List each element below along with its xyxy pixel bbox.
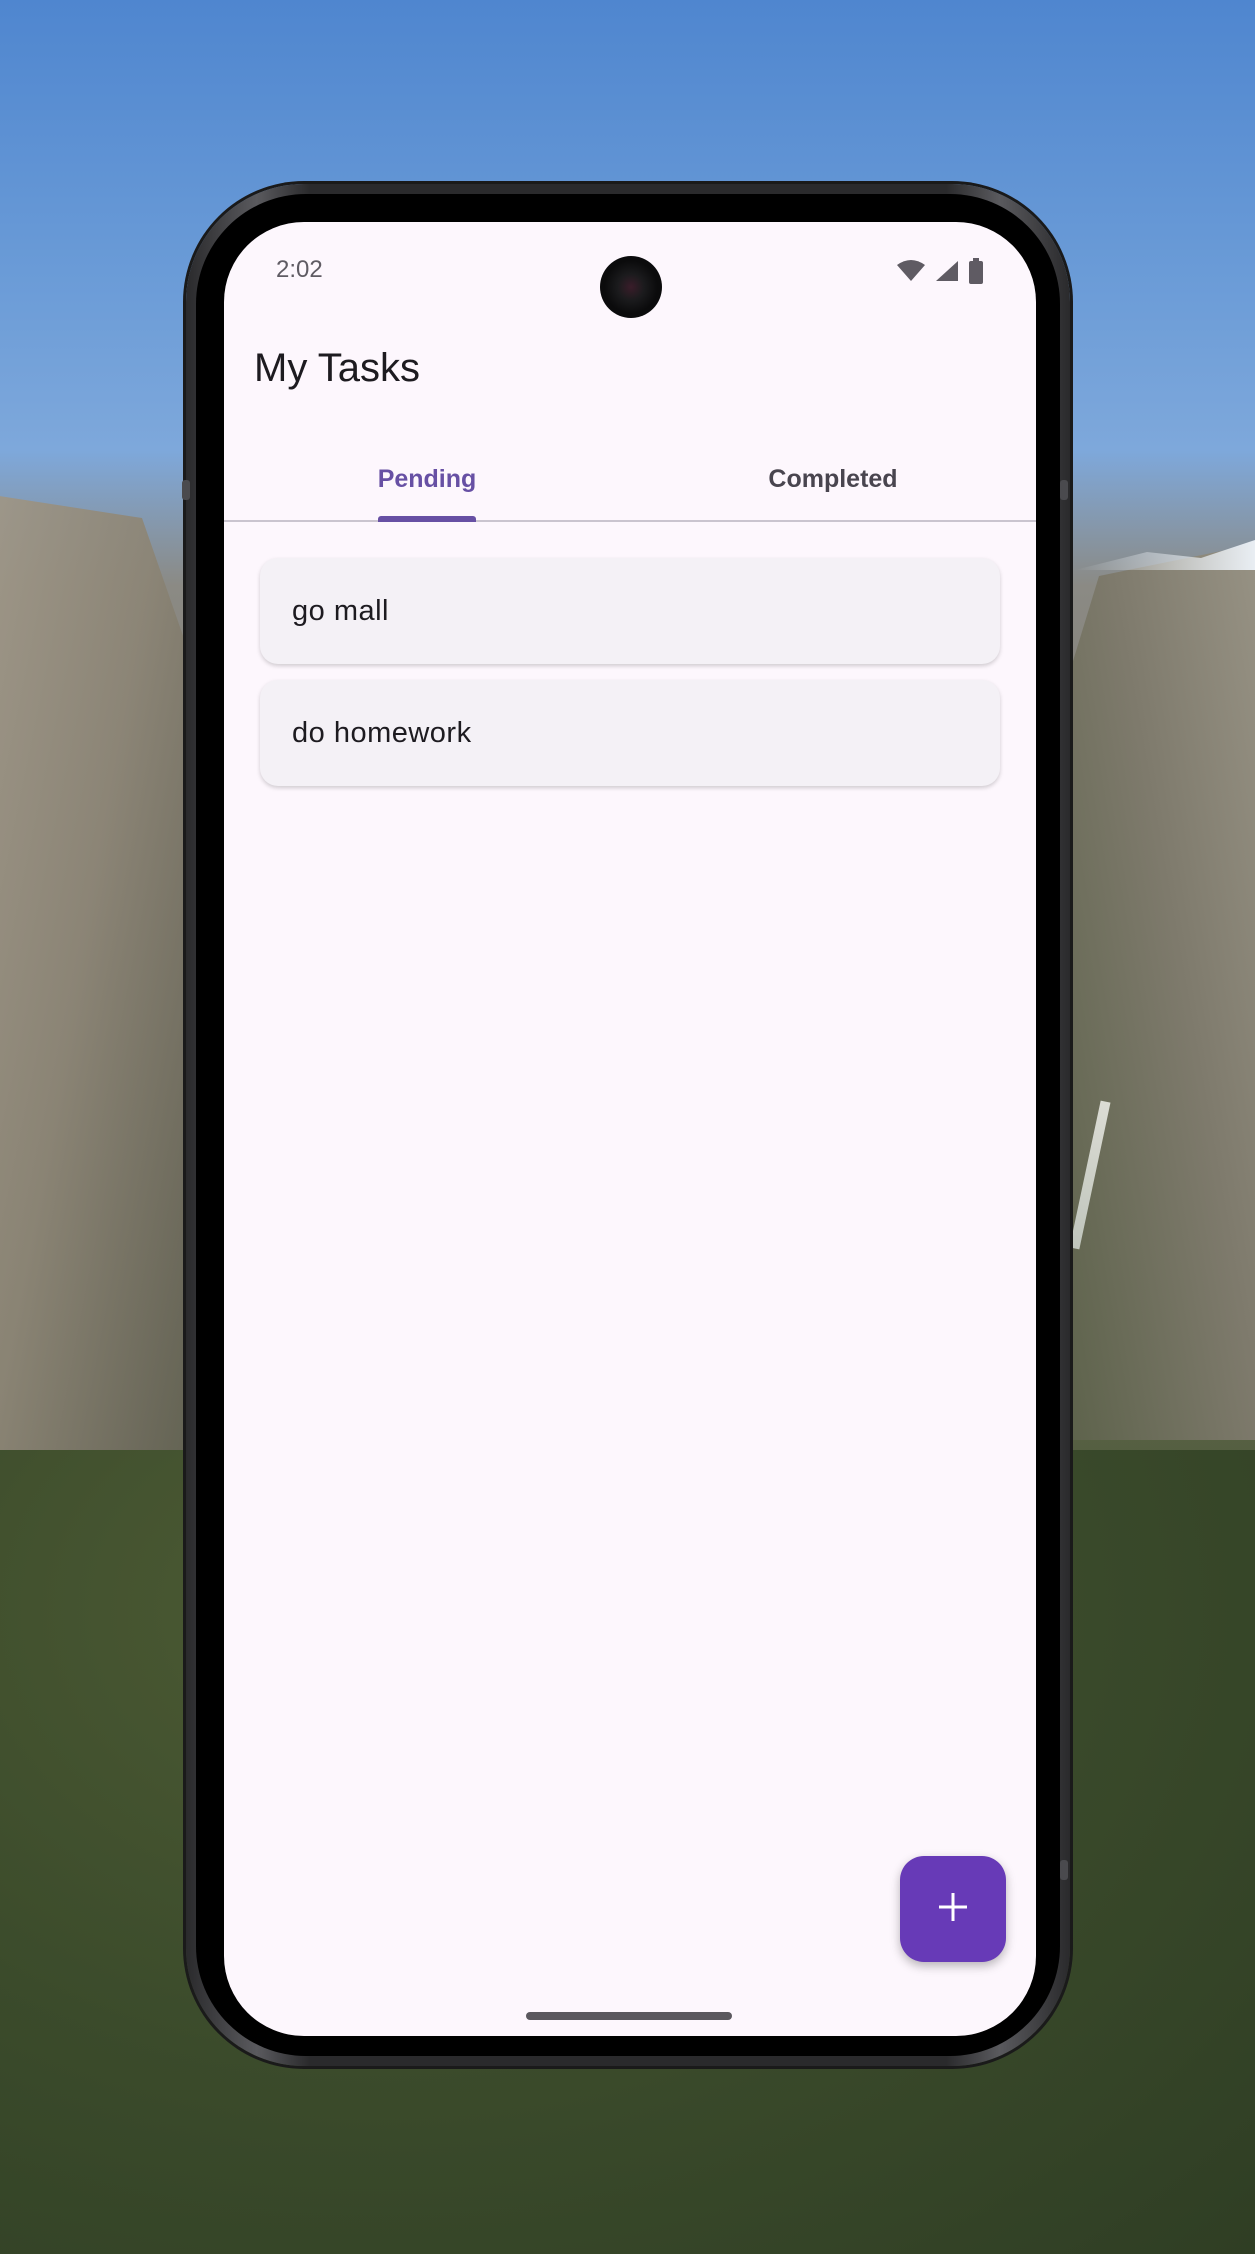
page-title: My Tasks: [254, 346, 420, 390]
tab-bar: Pending Completed: [224, 438, 1036, 522]
tab-active-indicator: [378, 516, 476, 522]
home-indicator[interactable]: [526, 2012, 732, 2020]
status-bar-time: 2:02: [276, 256, 323, 283]
phone-side-button-right-lower: [1060, 1860, 1068, 1880]
tab-completed[interactable]: Completed: [630, 438, 1036, 520]
front-camera: [600, 256, 662, 318]
wallpaper-snow: [1075, 540, 1255, 570]
task-item[interactable]: go mall: [260, 558, 1000, 664]
tab-pending[interactable]: Pending: [224, 438, 630, 522]
task-list: go mall do homework: [260, 558, 1000, 802]
plus-icon: [936, 1890, 970, 1928]
battery-icon: [968, 258, 984, 288]
phone-screen: 2:02 My Tasks Pending Completed go mall …: [224, 222, 1036, 2036]
task-item[interactable]: do homework: [260, 680, 1000, 786]
add-task-button[interactable]: [900, 1856, 1006, 1962]
tab-pending-label: Pending: [377, 464, 477, 493]
tab-completed-label: Completed: [768, 464, 898, 493]
task-item-label: do homework: [292, 716, 472, 749]
wifi-icon: [896, 259, 926, 287]
signal-icon: [934, 259, 960, 287]
phone-side-button-right: [1060, 480, 1068, 500]
phone-side-button-left: [182, 480, 190, 500]
status-bar-icons: [896, 258, 984, 288]
wallpaper-cliff-right: [1055, 540, 1255, 1440]
task-item-label: go mall: [292, 594, 389, 627]
